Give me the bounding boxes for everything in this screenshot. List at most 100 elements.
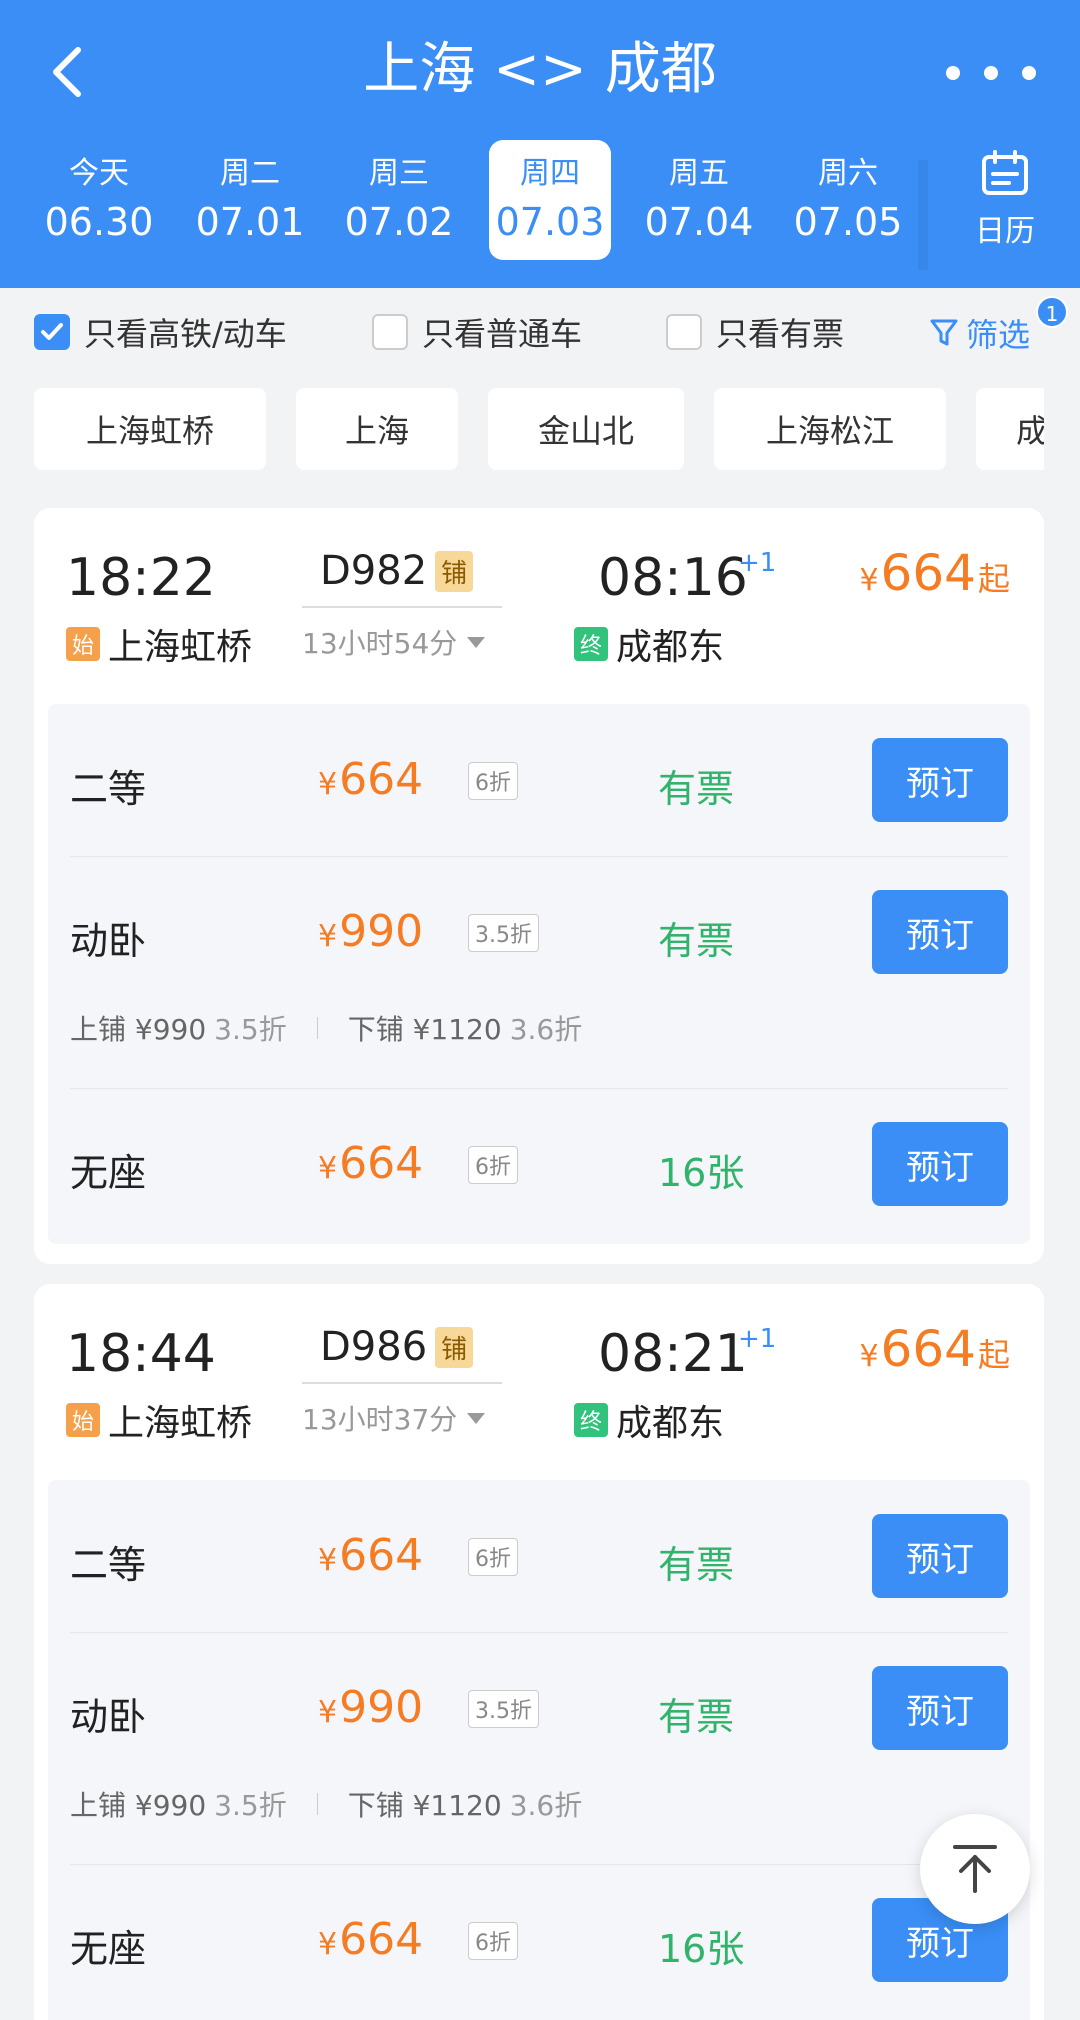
station-chip[interactable]: 金山北 xyxy=(488,388,684,470)
book-button[interactable]: 预订 xyxy=(872,738,1008,822)
checked-icon xyxy=(34,314,70,350)
min-price: ¥664 起 xyxy=(859,544,1010,602)
train-card[interactable]: 18:44 D986 铺 13小时37分 08:21 +1 ¥664 起 始上海虹桥… xyxy=(34,1284,1044,2020)
calendar-icon xyxy=(982,150,1028,195)
unchecked-icon xyxy=(666,314,702,350)
divider xyxy=(70,1632,1008,1633)
min-price-value: 664 xyxy=(880,544,976,602)
arrival-station-name: 成都东 xyxy=(616,627,725,668)
currency-symbol: ¥ xyxy=(318,767,338,802)
station-chip[interactable]: 成 xyxy=(976,388,1044,470)
seat-class: 二等 xyxy=(70,1543,147,1587)
station-chip[interactable]: 上海虹桥 xyxy=(34,388,266,470)
departure-time: 18:44 xyxy=(66,1324,216,1384)
berth-divider xyxy=(316,1793,318,1815)
date-tab-5[interactable]: 周六 07.05 xyxy=(787,140,909,260)
availability: 有票 xyxy=(658,767,735,811)
date-value: 07.04 xyxy=(644,200,754,244)
book-button[interactable]: 预订 xyxy=(872,890,1008,974)
has-ticket-checkbox[interactable]: 只看有票 xyxy=(666,310,844,354)
funnel-icon xyxy=(930,319,958,346)
filter-bar: 只看高铁/动车 只看普通车 只看有票 筛选 1 xyxy=(0,288,1080,378)
filter-label: 筛选 xyxy=(965,316,1030,354)
station-chips: 上海虹桥 上海 金山北 上海松江 成 xyxy=(34,388,1044,470)
date-tab-3-selected[interactable]: 周四 07.03 xyxy=(489,140,611,260)
arrival-station: 终成都东 xyxy=(574,1394,724,1446)
back-to-top-button[interactable] xyxy=(920,1814,1030,1924)
seat-price-value: 664 xyxy=(339,1530,424,1581)
date-weekday: 周三 xyxy=(369,156,429,191)
filter-button[interactable]: 筛选 xyxy=(930,310,1030,356)
date-tab-0[interactable]: 今天 06.30 xyxy=(38,140,160,260)
date-weekday: 周五 xyxy=(669,156,729,191)
seat-price-value: 990 xyxy=(339,1682,424,1733)
seat-price: ¥664 xyxy=(318,1530,423,1581)
date-tab-4[interactable]: 周五 07.04 xyxy=(638,140,760,260)
seat-price: ¥664 xyxy=(318,1914,423,1965)
currency-symbol: ¥ xyxy=(859,1339,879,1374)
date-value: 07.03 xyxy=(495,200,605,244)
seat-price: ¥664 xyxy=(318,754,423,805)
from-suffix: 起 xyxy=(977,1336,1010,1374)
highspeed-label: 只看高铁/动车 xyxy=(84,315,287,353)
has-ticket-label: 只看有票 xyxy=(716,315,845,353)
highspeed-checkbox[interactable]: 只看高铁/动车 xyxy=(34,310,287,354)
berth-prices: 上铺 ¥990 3.5折 下铺 ¥1120 3.6折 xyxy=(70,1784,582,1824)
book-button[interactable]: 预订 xyxy=(872,1122,1008,1206)
currency-symbol: ¥ xyxy=(318,919,338,954)
berth-divider xyxy=(316,1017,318,1039)
more-dot xyxy=(984,66,998,80)
duration-text: 13小时54分 xyxy=(302,627,458,660)
date-weekday: 周四 xyxy=(520,156,580,191)
seat-price: ¥990 xyxy=(318,1682,423,1733)
seat-price-value: 664 xyxy=(339,754,424,805)
duration-text: 13小时37分 xyxy=(302,1403,458,1436)
availability: 16张 xyxy=(658,1151,745,1195)
currency-symbol: ¥ xyxy=(318,1543,338,1578)
next-day-indicator: +1 xyxy=(738,548,777,578)
upper-berth-discount: 3.5折 xyxy=(214,1789,287,1822)
departure-time: 18:22 xyxy=(66,548,216,608)
station-chip[interactable]: 上海松江 xyxy=(714,388,946,470)
duration-toggle[interactable]: 13小时37分 xyxy=(302,1398,486,1438)
date-value: 06.30 xyxy=(44,200,154,244)
page-title: 上海 <> 成都 xyxy=(363,37,717,102)
end-tag: 终 xyxy=(574,1403,608,1437)
unchecked-icon xyxy=(372,314,408,350)
train-card[interactable]: 18:22 D982 铺 13小时54分 08:16 +1 ¥664 起 始上海虹桥… xyxy=(34,508,1044,1264)
duration-line xyxy=(302,1382,502,1384)
date-tab-1[interactable]: 周二 07.01 xyxy=(189,140,311,260)
start-tag: 始 xyxy=(66,1403,100,1437)
train-no: D982 xyxy=(320,548,428,594)
book-button[interactable]: 预订 xyxy=(872,1514,1008,1598)
calendar-button[interactable]: 日历 xyxy=(950,150,1060,260)
normal-train-checkbox[interactable]: 只看普通车 xyxy=(372,310,582,354)
date-value: 07.01 xyxy=(195,200,305,244)
seat-class: 无座 xyxy=(70,1927,147,1971)
availability: 有票 xyxy=(658,1543,735,1587)
seat-list: 二等 ¥664 6折 有票 预订 动卧 ¥990 3.5折 有票 预订 上铺 ¥… xyxy=(48,704,1030,1244)
discount-tag: 6折 xyxy=(468,1922,518,1960)
arrival-time: 08:16 xyxy=(598,548,748,608)
discount-tag: 6折 xyxy=(468,1146,518,1184)
date-weekday: 周二 xyxy=(220,156,280,191)
start-tag: 始 xyxy=(66,627,100,661)
date-tab-2[interactable]: 周三 07.02 xyxy=(338,140,460,260)
calendar-label: 日历 xyxy=(975,214,1035,249)
book-button[interactable]: 预订 xyxy=(872,1666,1008,1750)
seat-price: ¥664 xyxy=(318,1138,423,1189)
departure-station: 始上海虹桥 xyxy=(66,1394,252,1446)
duration-toggle[interactable]: 13小时54分 xyxy=(302,622,486,662)
seat-list: 二等 ¥664 6折 有票 预订 动卧 ¥990 3.5折 有票 预订 上铺 ¥… xyxy=(48,1480,1030,2020)
date-value: 07.05 xyxy=(793,200,903,244)
station-chip[interactable]: 上海 xyxy=(296,388,458,470)
divider xyxy=(70,1864,1008,1865)
arrival-station-name: 成都东 xyxy=(616,1403,725,1444)
duration-line xyxy=(302,606,502,608)
normal-train-label: 只看普通车 xyxy=(422,315,583,353)
lower-berth-price: 下铺 ¥1120 xyxy=(347,1013,502,1046)
more-button[interactable] xyxy=(946,48,1036,98)
berth-prices: 上铺 ¥990 3.5折 下铺 ¥1120 3.6折 xyxy=(70,1008,582,1048)
departure-station: 始上海虹桥 xyxy=(66,618,252,670)
availability: 有票 xyxy=(658,1695,735,1739)
